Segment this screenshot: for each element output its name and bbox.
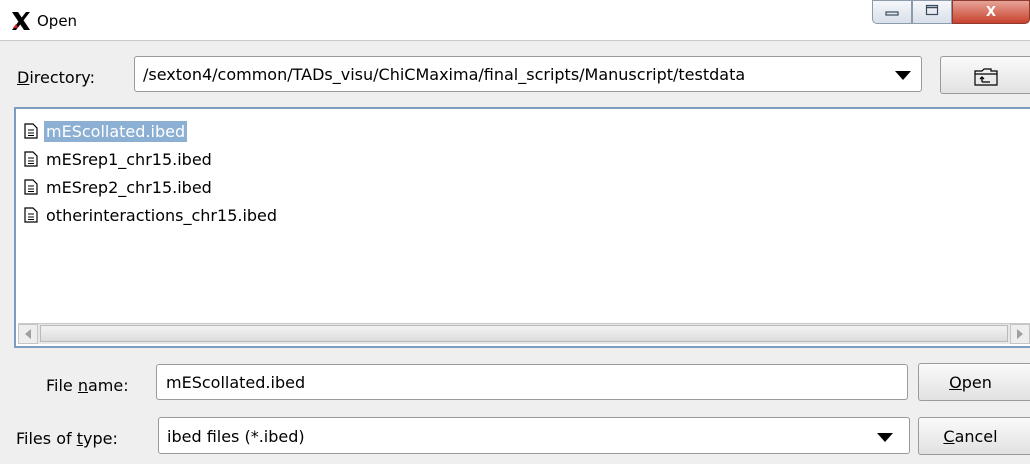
open-dialog: Directory: /sexton4/common/TADs_visu/Chi… <box>0 40 1030 464</box>
minimize-icon <box>885 5 899 20</box>
close-button[interactable]: X <box>952 0 1030 24</box>
minimize-button[interactable] <box>872 0 912 24</box>
file-name: mESrep1_chr15.ibed <box>46 149 212 169</box>
document-icon <box>24 123 38 139</box>
scrollbar-thumb[interactable] <box>40 325 1008 342</box>
file-name: otherinteractions_chr15.ibed <box>46 205 278 225</box>
cancel-button-label: ancel <box>954 426 998 446</box>
directory-combobox[interactable]: /sexton4/common/TADs_visu/ChiCMaxima/fin… <box>134 56 922 92</box>
file-name-input[interactable] <box>156 364 908 400</box>
cancel-button-mnemonic: C <box>943 426 955 446</box>
scroll-left-button[interactable] <box>18 324 38 344</box>
window-title: Open <box>37 12 78 30</box>
file-name: mEScollated.ibed <box>44 120 188 142</box>
document-icon <box>24 179 38 195</box>
directory-label: Directory: <box>17 68 95 87</box>
file-item[interactable]: mESrep2_chr15.ibed <box>24 175 214 199</box>
open-button-label: pen <box>961 372 992 392</box>
x-app-icon <box>10 10 32 32</box>
file-item[interactable]: mEScollated.ibed <box>24 119 188 143</box>
document-icon <box>24 151 38 167</box>
file-item[interactable]: otherinteractions_chr15.ibed <box>24 203 279 227</box>
directory-path: /sexton4/common/TADs_visu/ChiCMaxima/fin… <box>143 65 746 84</box>
title-bar[interactable]: Open X <box>0 0 1030 40</box>
horizontal-scrollbar[interactable] <box>18 323 1030 344</box>
file-name-label-pre: File <box>46 376 78 395</box>
file-type-label: Files of type: <box>16 429 118 448</box>
chevron-left-icon <box>25 329 31 339</box>
scroll-right-button[interactable] <box>1010 324 1030 344</box>
cancel-button[interactable]: Cancel <box>918 417 1030 455</box>
file-name: mESrep2_chr15.ibed <box>46 177 212 197</box>
file-name-label: File name: <box>46 376 129 395</box>
chevron-down-icon <box>877 433 893 442</box>
parent-folder-button[interactable] <box>940 56 1030 94</box>
file-type-combobox[interactable]: ibed files (*.ibed) <box>158 417 910 454</box>
file-type-label-pre: Files of <box>16 429 77 448</box>
maximize-button[interactable] <box>912 0 952 24</box>
directory-label-mnemonic: D <box>17 68 30 87</box>
file-type-value: ibed files (*.ibed) <box>167 427 305 446</box>
close-icon: X <box>985 4 997 20</box>
chevron-down-icon <box>895 71 911 80</box>
file-name-label-mnemonic: n <box>77 376 88 395</box>
directory-label-text: irectory: <box>29 68 95 87</box>
parent-folder-icon <box>974 68 998 86</box>
maximize-icon <box>925 4 939 20</box>
chevron-right-icon <box>1017 329 1023 339</box>
file-type-label-post: ype: <box>82 429 118 448</box>
file-name-label-post: ame: <box>88 376 129 395</box>
file-list[interactable]: mEScollated.ibed mESrep1_chr15.ibed mESr… <box>14 107 1030 348</box>
open-button[interactable]: Open <box>918 363 1030 401</box>
window-controls: X <box>872 0 1030 26</box>
file-item[interactable]: mESrep1_chr15.ibed <box>24 147 214 171</box>
open-button-mnemonic: O <box>949 372 962 392</box>
document-icon <box>24 207 38 223</box>
